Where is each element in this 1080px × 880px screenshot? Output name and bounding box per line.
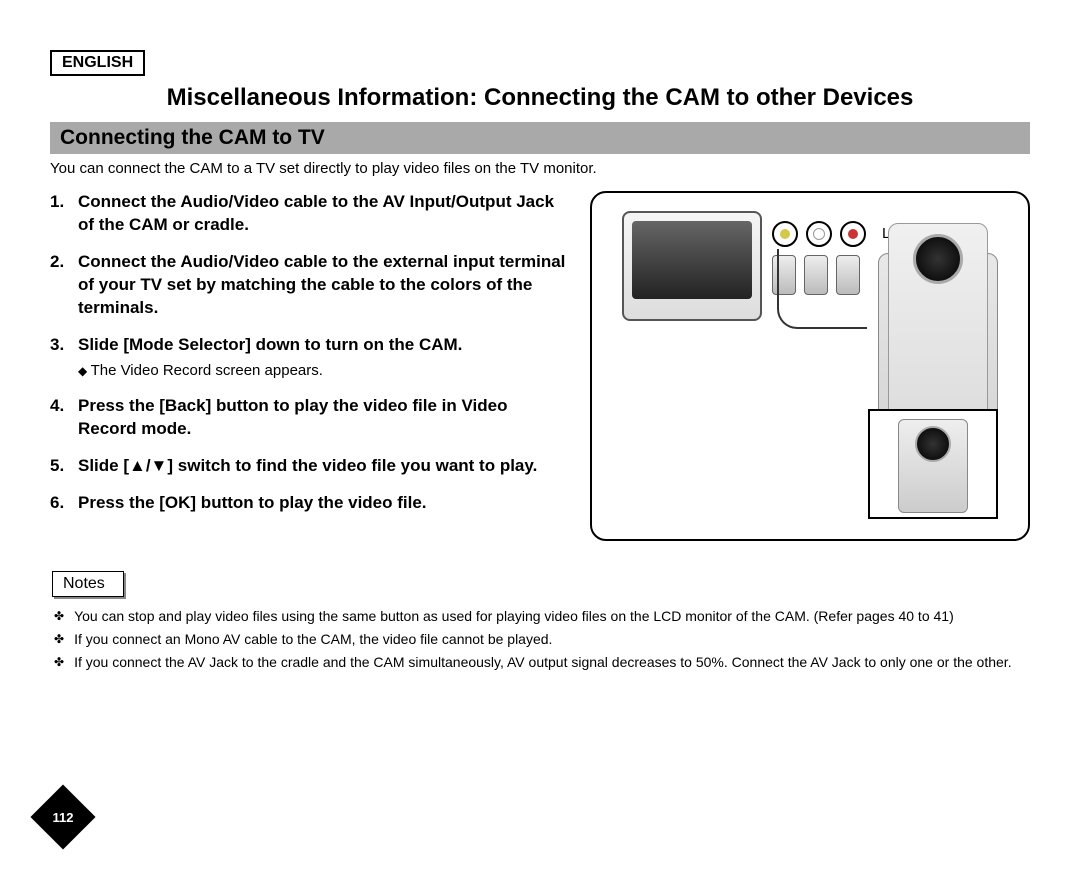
step-1: 1. Connect the Audio/Video cable to the … (50, 191, 570, 237)
tv-icon (622, 211, 762, 321)
step-text: Slide [▲/▼] switch to find the video fil… (78, 456, 537, 475)
note-text: If you connect an Mono AV cable to the C… (74, 630, 552, 649)
step-text: Press the [OK] button to play the video … (78, 493, 427, 512)
connection-diagram: Line Input (590, 191, 1030, 541)
step-6: 6. Press the [OK] button to play the vid… (50, 492, 570, 515)
step-2: 2. Connect the Audio/Video cable to the … (50, 251, 570, 320)
page-title: Miscellaneous Information: Connecting th… (50, 84, 1030, 112)
jack-white-icon (806, 221, 832, 247)
jack-red-icon (840, 221, 866, 247)
notes-list: You can stop and play video files using … (50, 607, 1030, 673)
step-number: 1. (50, 191, 78, 237)
step-text: Press the [Back] button to play the vide… (78, 396, 507, 438)
closeup-camera-icon (898, 419, 968, 513)
notes-heading: Notes (52, 571, 124, 597)
step-number: 6. (50, 492, 78, 515)
step-number: 4. (50, 395, 78, 441)
note-item: You can stop and play video files using … (50, 607, 1030, 626)
camera-icon (888, 223, 988, 433)
language-label: ENGLISH (50, 50, 145, 76)
note-item: If you connect the AV Jack to the cradle… (50, 653, 1030, 672)
lens-icon (913, 234, 963, 284)
step-number: 2. (50, 251, 78, 320)
note-text: If you connect the AV Jack to the cradle… (74, 653, 1012, 672)
step-number: 3. (50, 334, 78, 381)
section-subtitle: Connecting the CAM to TV (50, 122, 1030, 154)
page-number-badge: 112 (30, 784, 95, 849)
page-number: 112 (53, 809, 74, 824)
note-text: You can stop and play video files using … (74, 607, 954, 626)
step-text: Connect the Audio/Video cable to the AV … (78, 192, 554, 234)
intro-text: You can connect the CAM to a TV set dire… (50, 160, 1030, 177)
step-sub-bullet: The Video Record screen appears. (78, 361, 570, 381)
closeup-box (868, 409, 998, 519)
step-text: Connect the Audio/Video cable to the ext… (78, 252, 565, 317)
step-number: 5. (50, 455, 78, 478)
step-5: 5. Slide [▲/▼] switch to find the video … (50, 455, 570, 478)
step-4: 4. Press the [Back] button to play the v… (50, 395, 570, 441)
closeup-lens-icon (915, 426, 951, 462)
content-row: 1. Connect the Audio/Video cable to the … (50, 191, 1030, 541)
step-text: Slide [Mode Selector] down to turn on th… (78, 335, 462, 354)
step-3: 3. Slide [Mode Selector] down to turn on… (50, 334, 570, 381)
steps-list: 1. Connect the Audio/Video cable to the … (50, 191, 570, 529)
rca-jacks (772, 221, 866, 247)
note-item: If you connect an Mono AV cable to the C… (50, 630, 1030, 649)
cable-line-icon (777, 249, 867, 329)
jack-yellow-icon (772, 221, 798, 247)
